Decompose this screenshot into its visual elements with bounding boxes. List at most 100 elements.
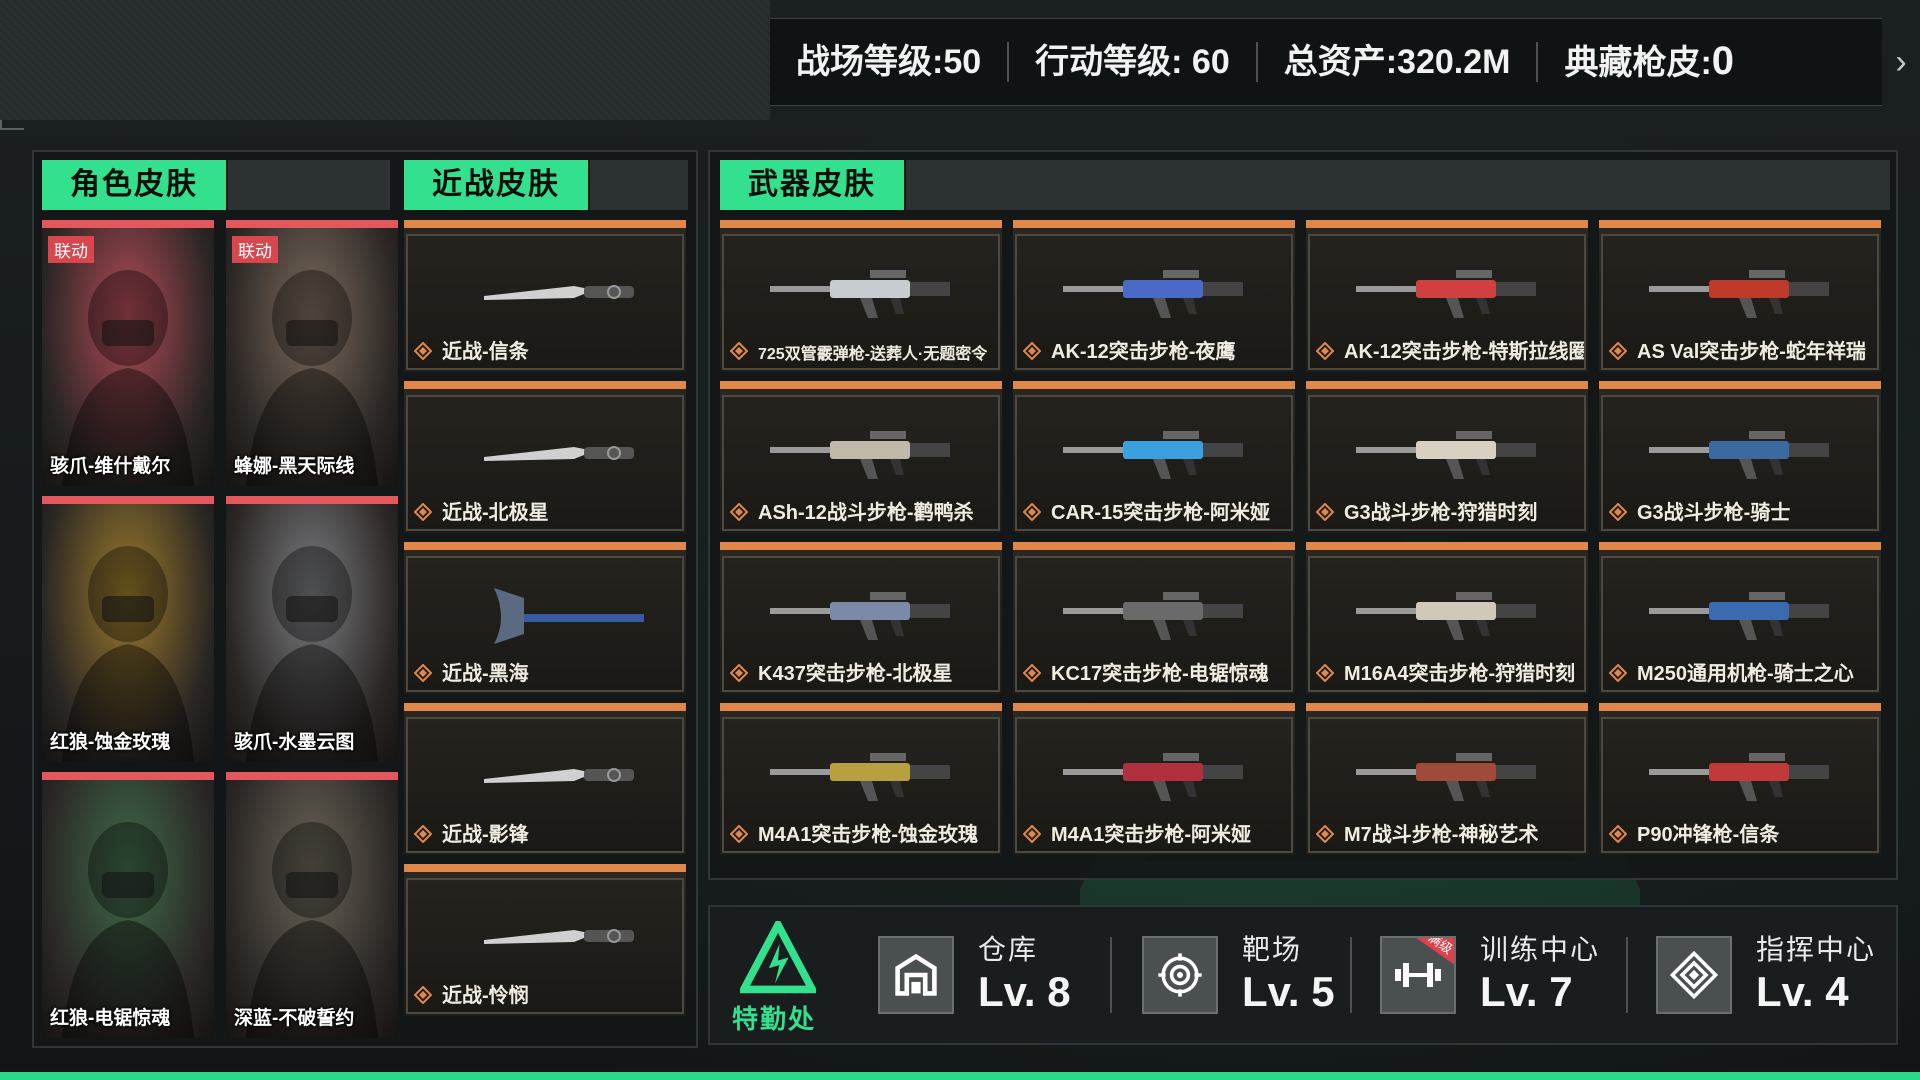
weapon-skin-card[interactable]: M4A1突击步枪-蚀金玫瑰 [720, 703, 1002, 855]
diamond-icon [729, 341, 749, 361]
weapon-skin-card[interactable]: AK-12突击步枪-夜鹰 [1013, 220, 1295, 372]
character-card[interactable]: 红狼-电锯惊魂 [42, 772, 214, 1038]
special-office-label[interactable]: 特勤处 [732, 999, 816, 1036]
rifle-icon [1649, 592, 1829, 640]
diamond-icon [1022, 502, 1042, 522]
character-portrait [42, 780, 214, 1038]
collection-skins-label: 典藏枪皮: [1564, 44, 1712, 82]
weapon-skin-card[interactable]: K437突击步枪-北极星 [720, 542, 1002, 694]
weapon-skin-name: KC17突击步枪-电锯惊魂 [1051, 663, 1269, 685]
weapon-skin-card[interactable]: M16A4突击步枪-狩猎时刻 [1306, 542, 1588, 694]
dumbbell-icon: 满级 [1380, 936, 1456, 1014]
weapon-skin-name: M7战斗步枪-神秘艺术 [1344, 824, 1539, 846]
character-card[interactable]: 联动骇爪-维什戴尔 [42, 220, 214, 486]
weapon-skin-card[interactable]: KC17突击步枪-电锯惊魂 [1013, 542, 1295, 694]
weapon-skin-card[interactable]: G3战斗步枪-狩猎时刻 [1306, 381, 1588, 533]
rifle-icon [1063, 431, 1243, 479]
collection-skins-value: 0 [1711, 39, 1735, 83]
battlefield-level: 战场等级:50 [770, 42, 1010, 82]
weapon-skin-name: K437突击步枪-北极星 [758, 663, 953, 685]
character-portrait [42, 504, 214, 762]
weapon-skin-card[interactable]: G3战斗步枪-骑士 [1599, 381, 1881, 533]
tab-character-skins[interactable]: 角色皮肤 [42, 160, 226, 210]
rifle-icon [1356, 270, 1536, 318]
weapon-skin-card[interactable]: CAR-15突击步枪-阿米娅 [1013, 381, 1295, 533]
facility-warehouse[interactable]: 仓库 Lv. 8 [878, 925, 1071, 1025]
character-name: 蜂娜-黑天际线 [234, 456, 355, 477]
facility-warehouse-name: 仓库 [978, 934, 1039, 965]
facility-range-text: 靶场 Lv. 5 [1242, 933, 1335, 1017]
melee-skin-card[interactable]: 近战-怜悯 [404, 864, 686, 1016]
melee-skin-name: 近战-北极星 [442, 502, 549, 524]
melee-skin-card[interactable]: 近战-影锋 [404, 703, 686, 855]
warehouse-icon [878, 936, 954, 1014]
diamond-icon [1608, 502, 1628, 522]
facility-command[interactable]: 指挥中心 Lv. 4 [1656, 925, 1876, 1025]
weapon-skin-name: ASh-12战斗步枪-鹳鸭杀 [758, 502, 974, 524]
rifle-icon [1649, 431, 1829, 479]
knife-icon [484, 446, 634, 461]
knife-icon [484, 768, 634, 783]
weapon-skin-card[interactable]: AS Val突击步枪-蛇年祥瑞 [1599, 220, 1881, 372]
diamond-icon [1022, 663, 1042, 683]
rifle-icon [770, 592, 950, 640]
character-name: 红狼-电锯惊魂 [50, 1008, 171, 1029]
diamond-icon [1315, 663, 1335, 683]
character-name: 深蓝-不破誓约 [234, 1008, 355, 1029]
weapon-skin-name: AK-12突击步枪-特斯拉线圈 [1344, 341, 1584, 363]
melee-skin-name: 近战-怜悯 [442, 985, 529, 1007]
weapon-skin-card[interactable]: M250通用机枪-骑士之心 [1599, 542, 1881, 694]
melee-skin-card[interactable]: 近战-北极星 [404, 381, 686, 533]
divider [1626, 937, 1628, 1013]
weapon-skin-name: AS Val突击步枪-蛇年祥瑞 [1637, 341, 1866, 363]
facility-training[interactable]: 满级 训练中心 Lv. 7 [1380, 925, 1600, 1025]
character-card[interactable]: 联动 蜂娜-黑天际线 [226, 220, 398, 486]
facility-training-name: 训练中心 [1480, 934, 1601, 965]
character-name: 红狼-蚀金玫瑰 [50, 732, 171, 753]
weapon-skin-name: 725双管霰弹枪-送葬人·无题密令 [758, 346, 988, 363]
weapon-skin-name: G3战斗步枪-狩猎时刻 [1344, 502, 1538, 524]
melee-skin-name: 近战-黑海 [442, 663, 529, 685]
character-name: 骇爪-维什戴尔 [50, 456, 171, 477]
weapon-skin-card[interactable]: P90冲锋枪-信条 [1599, 703, 1881, 855]
facility-command-level: Lv. 4 [1756, 968, 1849, 1015]
frame-corner [0, 120, 24, 130]
rifle-icon [1063, 592, 1243, 640]
character-portrait [226, 504, 398, 762]
weapon-skin-card[interactable]: ASh-12战斗步枪-鹳鸭杀 [720, 381, 1002, 533]
tab-melee-rest [590, 160, 688, 210]
character-card[interactable]: 红狼-蚀金玫瑰 [42, 496, 214, 762]
chevron-right-icon[interactable]: › [1886, 42, 1916, 82]
rifle-icon [1356, 431, 1536, 479]
diamond-icon [413, 502, 433, 522]
rifle-icon [1063, 270, 1243, 318]
melee-skin-card[interactable]: 近战-黑海 [404, 542, 686, 694]
stats-bar: 战场等级:50 行动等级: 60 总资产:320.2M 典藏枪皮:0 [770, 18, 1882, 106]
character-card[interactable]: 骇爪-水墨云图 [226, 496, 398, 762]
knife-icon [484, 285, 634, 300]
divider [1350, 937, 1352, 1013]
facility-range-name: 靶场 [1242, 934, 1303, 965]
weapon-skin-card[interactable]: M4A1突击步枪-阿米娅 [1013, 703, 1295, 855]
tab-melee-skins[interactable]: 近战皮肤 [404, 160, 588, 210]
diamond-icon [1608, 663, 1628, 683]
divider [1110, 937, 1112, 1013]
facility-training-text: 训练中心 Lv. 7 [1480, 933, 1600, 1017]
facility-range[interactable]: 靶场 Lv. 5 [1142, 925, 1335, 1025]
rifle-icon [770, 270, 950, 318]
character-card[interactable]: 深蓝-不破誓约 [226, 772, 398, 1038]
weapon-skin-card[interactable]: AK-12突击步枪-特斯拉线圈 [1306, 220, 1588, 372]
weapon-skin-card[interactable]: 725双管霰弹枪-送葬人·无题密令 [720, 220, 1002, 372]
tab-weapon-skins[interactable]: 武器皮肤 [720, 160, 904, 210]
collab-badge: 联动 [48, 236, 94, 263]
diamond-icon [1315, 341, 1335, 361]
character-portrait [226, 780, 398, 1038]
weapon-skin-name: P90冲锋枪-信条 [1637, 824, 1780, 846]
weapon-skin-name: G3战斗步枪-骑士 [1637, 502, 1791, 524]
diamond-icon [413, 985, 433, 1005]
bottom-accent-strip [0, 1072, 1920, 1080]
character-portrait [42, 228, 214, 486]
melee-skin-card[interactable]: 近战-信条 [404, 220, 686, 372]
character-name: 骇爪-水墨云图 [234, 732, 355, 753]
weapon-skin-card[interactable]: M7战斗步枪-神秘艺术 [1306, 703, 1588, 855]
